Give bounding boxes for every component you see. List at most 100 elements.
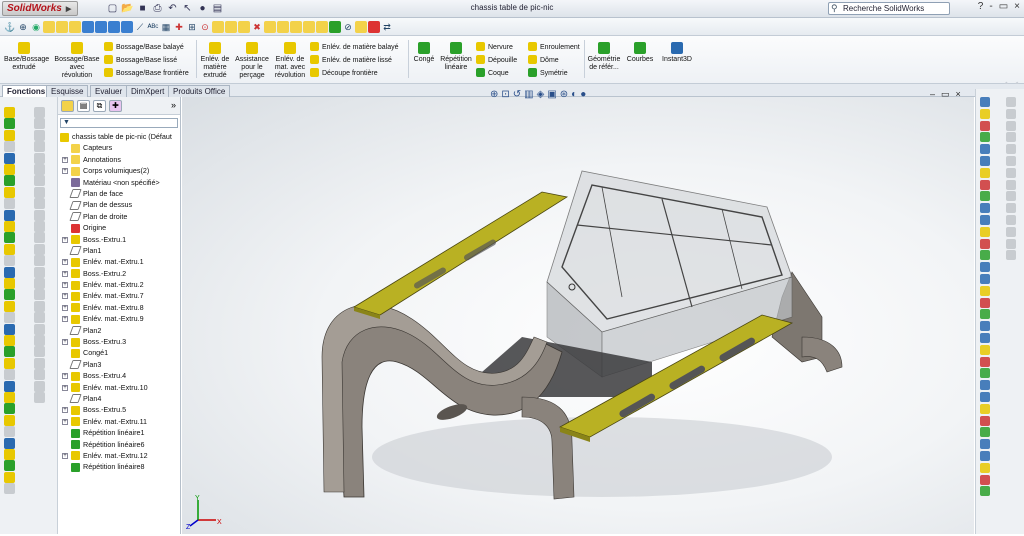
toolbar-tool-icon[interactable] bbox=[34, 164, 45, 175]
tool-g-icon[interactable] bbox=[290, 20, 302, 33]
tree-item[interactable]: + Enlév. mat.-Extru.8 bbox=[58, 302, 181, 313]
toolbar-tool-icon[interactable] bbox=[4, 312, 15, 324]
toolbar-tool-icon[interactable] bbox=[34, 209, 45, 221]
graphics-area[interactable] bbox=[182, 97, 974, 534]
measure-icon[interactable]: ⊞ bbox=[186, 21, 198, 33]
toolbar-tool-icon[interactable] bbox=[34, 221, 45, 232]
tree-item[interactable]: + Boss.-Extru.3 bbox=[58, 336, 181, 347]
toolbar-tool-icon[interactable] bbox=[34, 141, 45, 153]
tree-item[interactable]: + Boss.-Extru.1 bbox=[58, 234, 181, 245]
sketch-tool-icon[interactable] bbox=[1006, 167, 1016, 178]
sketch-tool-icon[interactable] bbox=[980, 321, 990, 332]
sketch-tool-icon[interactable] bbox=[980, 333, 990, 343]
expand-icon[interactable]: + bbox=[62, 304, 68, 311]
configuration-tab-icon[interactable]: ⧉ bbox=[93, 100, 106, 112]
toolbar-tool-icon[interactable] bbox=[4, 278, 15, 289]
tool-e-icon[interactable] bbox=[264, 20, 276, 33]
toolbar-tool-icon[interactable] bbox=[34, 107, 45, 118]
restore-button[interactable]: ▭ bbox=[999, 1, 1008, 12]
toolbar-tool-icon[interactable] bbox=[4, 129, 15, 141]
mirror-button[interactable]: Symétrie bbox=[528, 68, 568, 79]
tree-filter-input[interactable]: ▼ bbox=[60, 118, 178, 128]
toolbar-tool-icon[interactable] bbox=[4, 152, 15, 164]
expand-panel-icon[interactable]: » bbox=[171, 100, 176, 110]
toolbar-tool-icon[interactable] bbox=[4, 426, 15, 438]
hole-wizard-button[interactable]: Assistance pour le perçage bbox=[234, 42, 270, 80]
toolbar-tool-icon[interactable] bbox=[4, 107, 15, 118]
instant3d-button[interactable]: Instant3D bbox=[658, 42, 696, 64]
toolbar-tool-icon[interactable] bbox=[4, 300, 15, 312]
toolbar-tool-icon[interactable] bbox=[4, 175, 15, 187]
hide-show-icon[interactable]: ⊛ bbox=[560, 89, 571, 100]
filter-face-icon[interactable] bbox=[56, 20, 68, 33]
toolbar-tool-icon[interactable] bbox=[34, 266, 45, 278]
tree-item[interactable]: Plan2 bbox=[58, 325, 181, 336]
toolbar-tool-icon[interactable] bbox=[4, 266, 15, 278]
draft-button[interactable]: Dépouille bbox=[476, 55, 517, 66]
expand-icon[interactable]: + bbox=[62, 339, 68, 346]
tool-b-icon[interactable] bbox=[225, 20, 237, 33]
toolbar-tool-icon[interactable] bbox=[4, 289, 15, 301]
tree-item[interactable]: + Annotations bbox=[58, 154, 181, 165]
boundary-boss-button[interactable]: Bossage/Base frontière bbox=[104, 68, 189, 79]
expand-icon[interactable]: + bbox=[62, 236, 68, 243]
tree-item[interactable]: + Enlév. mat.-Extru.11 bbox=[58, 416, 181, 427]
expand-icon[interactable]: + bbox=[62, 156, 68, 163]
sketch-tool-icon[interactable] bbox=[1006, 132, 1016, 143]
tool-l-icon[interactable] bbox=[355, 20, 367, 33]
sketch-tool-icon[interactable] bbox=[980, 344, 990, 355]
zoom-icon[interactable]: ⊕ bbox=[17, 21, 29, 33]
toolbar-tool-icon[interactable] bbox=[34, 312, 45, 324]
expand-icon[interactable]: + bbox=[62, 407, 68, 414]
viewport-restore-button[interactable]: ▭ bbox=[941, 89, 956, 99]
dome-button[interactable]: Dôme bbox=[528, 55, 559, 66]
zoom-to-fit-icon[interactable]: ⊕ bbox=[490, 89, 501, 100]
toolbar-tool-icon[interactable] bbox=[4, 346, 15, 358]
wireframe-icon[interactable] bbox=[108, 20, 120, 33]
tree-item[interactable]: Congé1 bbox=[58, 347, 181, 358]
tool-i-icon[interactable] bbox=[316, 20, 328, 33]
hidden-lines-icon[interactable] bbox=[121, 20, 133, 33]
curves-button[interactable]: Courbes bbox=[624, 42, 656, 64]
expand-icon[interactable]: + bbox=[62, 282, 68, 289]
toolbar-tool-icon[interactable] bbox=[34, 346, 45, 358]
toolbar-tool-icon[interactable] bbox=[4, 209, 15, 221]
sketch-tool-icon[interactable] bbox=[980, 108, 990, 119]
toolbar-tool-icon[interactable] bbox=[34, 118, 45, 130]
toolbar-tool-icon[interactable] bbox=[34, 129, 45, 141]
expand-icon[interactable]: + bbox=[62, 293, 68, 300]
tree-item[interactable]: + Enlév. mat.-Extru.10 bbox=[58, 382, 181, 393]
toolbar-tool-icon[interactable] bbox=[34, 335, 45, 346]
tab-dimxpert[interactable]: DimXpert bbox=[126, 85, 170, 97]
lofted-boss-button[interactable]: Bossage/Base lissé bbox=[104, 55, 177, 66]
sketch-tool-icon[interactable] bbox=[980, 238, 990, 249]
toolbar-tool-icon[interactable] bbox=[34, 278, 45, 289]
toolbar-tool-icon[interactable] bbox=[4, 335, 15, 346]
toolbar-tool-icon[interactable] bbox=[34, 232, 45, 244]
tree-item[interactable]: + Boss.-Extru.4 bbox=[58, 370, 181, 381]
boundary-cut-button[interactable]: Découpe frontière bbox=[310, 68, 378, 79]
sketch-tool-icon[interactable] bbox=[1006, 179, 1016, 190]
previous-view-icon[interactable]: ↺ bbox=[513, 89, 524, 100]
filter-edge-icon[interactable] bbox=[69, 20, 81, 33]
tree-item[interactable]: Répétition linéaire8 bbox=[58, 461, 181, 472]
feature-tree-tab-icon[interactable] bbox=[61, 100, 74, 112]
toolbar-tool-icon[interactable] bbox=[34, 243, 45, 255]
toolbar-tool-icon[interactable] bbox=[4, 164, 15, 175]
toolbar-tool-icon[interactable] bbox=[34, 289, 45, 301]
tool-m-icon[interactable] bbox=[368, 20, 380, 33]
toolbar-tool-icon[interactable] bbox=[4, 198, 15, 210]
property-manager-tab-icon[interactable]: ▤ bbox=[77, 100, 90, 112]
tool-h-icon[interactable] bbox=[303, 20, 315, 33]
sketch-tool-icon[interactable] bbox=[980, 309, 990, 320]
toolbar-tool-icon[interactable] bbox=[4, 437, 15, 449]
toolbar-tool-icon[interactable] bbox=[34, 198, 45, 210]
display-style-icon[interactable]: ▣ bbox=[547, 89, 559, 100]
appearance-icon[interactable]: ◐ bbox=[571, 89, 580, 100]
toolbar-tool-icon[interactable] bbox=[4, 186, 15, 198]
tool-f-icon[interactable] bbox=[277, 20, 289, 33]
sketch-tool-icon[interactable] bbox=[980, 191, 990, 202]
sketch-tool-icon[interactable] bbox=[980, 356, 990, 367]
sketch-tool-icon[interactable] bbox=[980, 392, 990, 402]
toolbar-tool-icon[interactable] bbox=[4, 255, 15, 267]
